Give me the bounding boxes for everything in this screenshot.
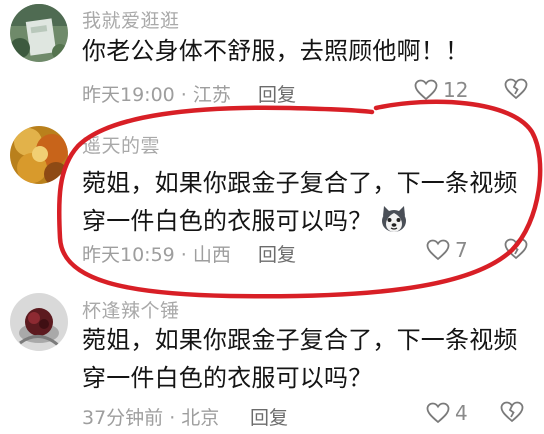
- comment-meta: 昨天19:00 · 江苏: [82, 84, 231, 106]
- like-button[interactable]: 4: [426, 401, 468, 425]
- heart-outline-icon: [426, 402, 450, 424]
- heart-outline-icon: [426, 239, 450, 261]
- comment-username[interactable]: 我就爱逛逛: [82, 6, 180, 33]
- comment-text-line: 穿一件白色的衣服可以吗？: [82, 202, 518, 240]
- like-button[interactable]: 7: [426, 238, 468, 262]
- comment-text-line: 菀姐，如果你跟金子复合了，下一条视频: [82, 169, 518, 197]
- dislike-button[interactable]: [504, 78, 528, 102]
- comment-text-line-2: 穿一件白色的衣服可以吗？: [82, 207, 373, 235]
- avatar[interactable]: [10, 4, 68, 62]
- like-count: 4: [455, 401, 468, 425]
- comment-text-line: 菀姐，如果你跟金子复合了，下一条视频: [82, 326, 518, 354]
- comment-list: 我就爱逛逛 你老公身体不舒服，去照顾他啊！！ 昨天19:00 · 江苏 回复 1…: [0, 0, 544, 434]
- comment-text: 菀姐，如果你跟金子复合了，下一条视频 穿一件白色的衣服可以吗？: [82, 164, 518, 240]
- comment-username[interactable]: 杯逢辣个锤: [82, 296, 180, 323]
- comment-text-line: 你老公身体不舒服，去照顾他啊！！: [82, 37, 470, 65]
- comment-text: 菀姐，如果你跟金子复合了，下一条视频 穿一件白色的衣服可以吗？: [82, 321, 518, 397]
- comment-meta: 37分钟前 · 北京: [82, 407, 220, 429]
- comment-text: 你老公身体不舒服，去照顾他啊！！: [82, 32, 469, 70]
- avatar[interactable]: [10, 293, 68, 351]
- comment-item: 杯逢辣个锤 菀姐，如果你跟金子复合了，下一条视频 穿一件白色的衣服可以吗？ 37…: [0, 290, 544, 434]
- comment-username[interactable]: 遥天的雲: [82, 131, 160, 158]
- heart-outline-icon: [414, 79, 438, 101]
- dislike-button[interactable]: [500, 401, 524, 425]
- broken-heart-icon: [504, 78, 528, 100]
- like-button[interactable]: 12: [414, 78, 468, 102]
- comment-item: 我就爱逛逛 你老公身体不舒服，去照顾他啊！！ 昨天19:00 · 江苏 回复 1…: [0, 0, 544, 107]
- comment-text-line: 穿一件白色的衣服可以吗？: [82, 364, 373, 392]
- broken-heart-icon: [500, 401, 524, 423]
- husky-dog-emoji-icon: [382, 206, 407, 232]
- comment-meta: 昨天10:59 · 山西: [82, 244, 231, 266]
- reply-button[interactable]: 回复: [258, 80, 296, 107]
- avatar[interactable]: [10, 126, 68, 184]
- broken-heart-icon: [504, 238, 528, 260]
- dislike-button[interactable]: [504, 238, 528, 262]
- reply-button[interactable]: 回复: [250, 403, 288, 430]
- like-count: 12: [443, 78, 469, 102]
- reply-button[interactable]: 回复: [258, 240, 296, 267]
- like-count: 7: [455, 238, 468, 262]
- comment-item: 遥天的雲 菀姐，如果你跟金子复合了，下一条视频 穿一件白色的衣服可以吗？ 昨天1…: [0, 120, 544, 280]
